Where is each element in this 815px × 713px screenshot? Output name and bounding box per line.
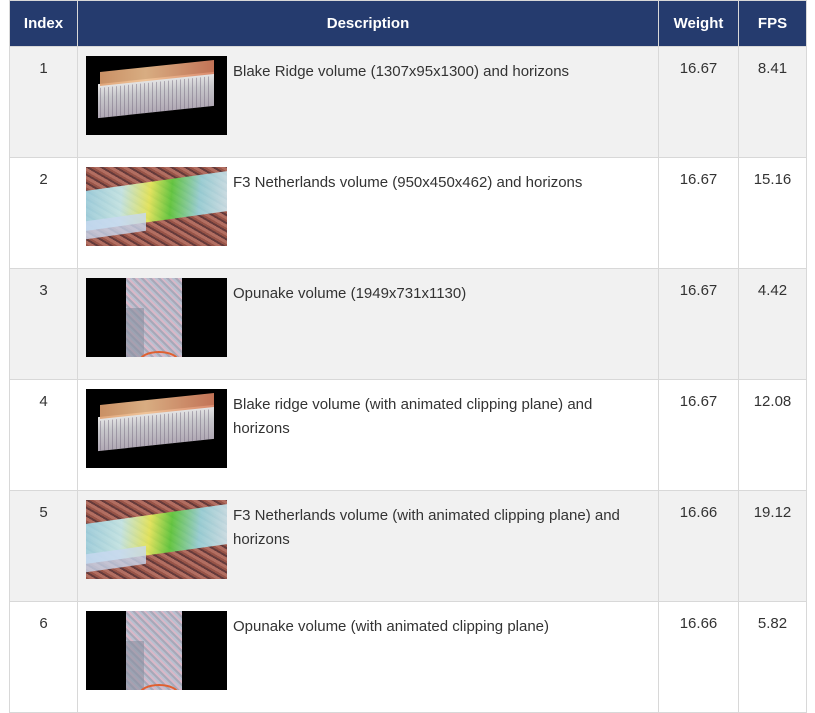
row-weight: 16.67: [658, 157, 739, 269]
row-weight: 16.67: [658, 268, 739, 380]
opunake-thumbnail: [86, 611, 227, 690]
row-fps: 8.41: [738, 46, 807, 158]
f3-netherlands-thumbnail: [86, 167, 227, 246]
blake-ridge-thumbnail: [86, 389, 227, 468]
row-weight: 16.67: [658, 379, 739, 491]
row-description: Opunake volume (1949x731x1130): [233, 285, 467, 302]
row-description-cell: Opunake volume (with animated clipping p…: [77, 601, 659, 713]
table-row: 4 Blake ridge volume (with animated clip…: [9, 379, 807, 491]
f3-netherlands-thumbnail: [86, 500, 227, 579]
table-row: 2 F3 Netherlands volume (950x450x462) an…: [9, 157, 807, 269]
row-description: F3 Netherlands volume (with animated cli…: [233, 507, 620, 548]
row-fps: 15.16: [738, 157, 807, 269]
row-index: 6: [9, 601, 78, 713]
row-description-cell: Blake Ridge volume (1307x95x1300) and ho…: [77, 46, 659, 158]
blake-ridge-thumbnail: [86, 56, 227, 135]
row-fps: 4.42: [738, 268, 807, 380]
row-weight: 16.66: [658, 490, 739, 602]
header-index: Index: [9, 0, 78, 47]
row-index: 1: [9, 46, 78, 158]
table-row: 3 Opunake volume (1949x731x1130) 16.67 4…: [9, 268, 807, 380]
row-index: 4: [9, 379, 78, 491]
header-description: Description: [77, 0, 659, 47]
row-description: Blake Ridge volume (1307x95x1300) and ho…: [233, 63, 570, 80]
row-fps: 12.08: [738, 379, 807, 491]
row-weight: 16.67: [658, 46, 739, 158]
row-fps: 19.12: [738, 490, 807, 602]
table-header-row: Index Description Weight FPS: [9, 0, 807, 47]
row-weight: 16.66: [658, 601, 739, 713]
row-description-cell: F3 Netherlands volume (950x450x462) and …: [77, 157, 659, 269]
row-description-cell: Blake ridge volume (with animated clippi…: [77, 379, 659, 491]
row-index: 5: [9, 490, 78, 602]
table-row: 6 Opunake volume (with animated clipping…: [9, 601, 807, 713]
row-index: 3: [9, 268, 78, 380]
row-description: Opunake volume (with animated clipping p…: [233, 618, 550, 635]
row-index: 2: [9, 157, 78, 269]
benchmark-table: Index Description Weight FPS 1 Blake Rid…: [9, 0, 807, 713]
table-row: 1 Blake Ridge volume (1307x95x1300) and …: [9, 46, 807, 158]
row-description-cell: Opunake volume (1949x731x1130): [77, 268, 659, 380]
opunake-thumbnail: [86, 278, 227, 357]
header-weight: Weight: [658, 0, 739, 47]
row-fps: 5.82: [738, 601, 807, 713]
row-description: F3 Netherlands volume (950x450x462) and …: [233, 174, 583, 191]
row-description-cell: F3 Netherlands volume (with animated cli…: [77, 490, 659, 602]
header-fps: FPS: [738, 0, 807, 47]
row-description: Blake ridge volume (with animated clippi…: [233, 396, 593, 437]
table-row: 5 F3 Netherlands volume (with animated c…: [9, 490, 807, 602]
